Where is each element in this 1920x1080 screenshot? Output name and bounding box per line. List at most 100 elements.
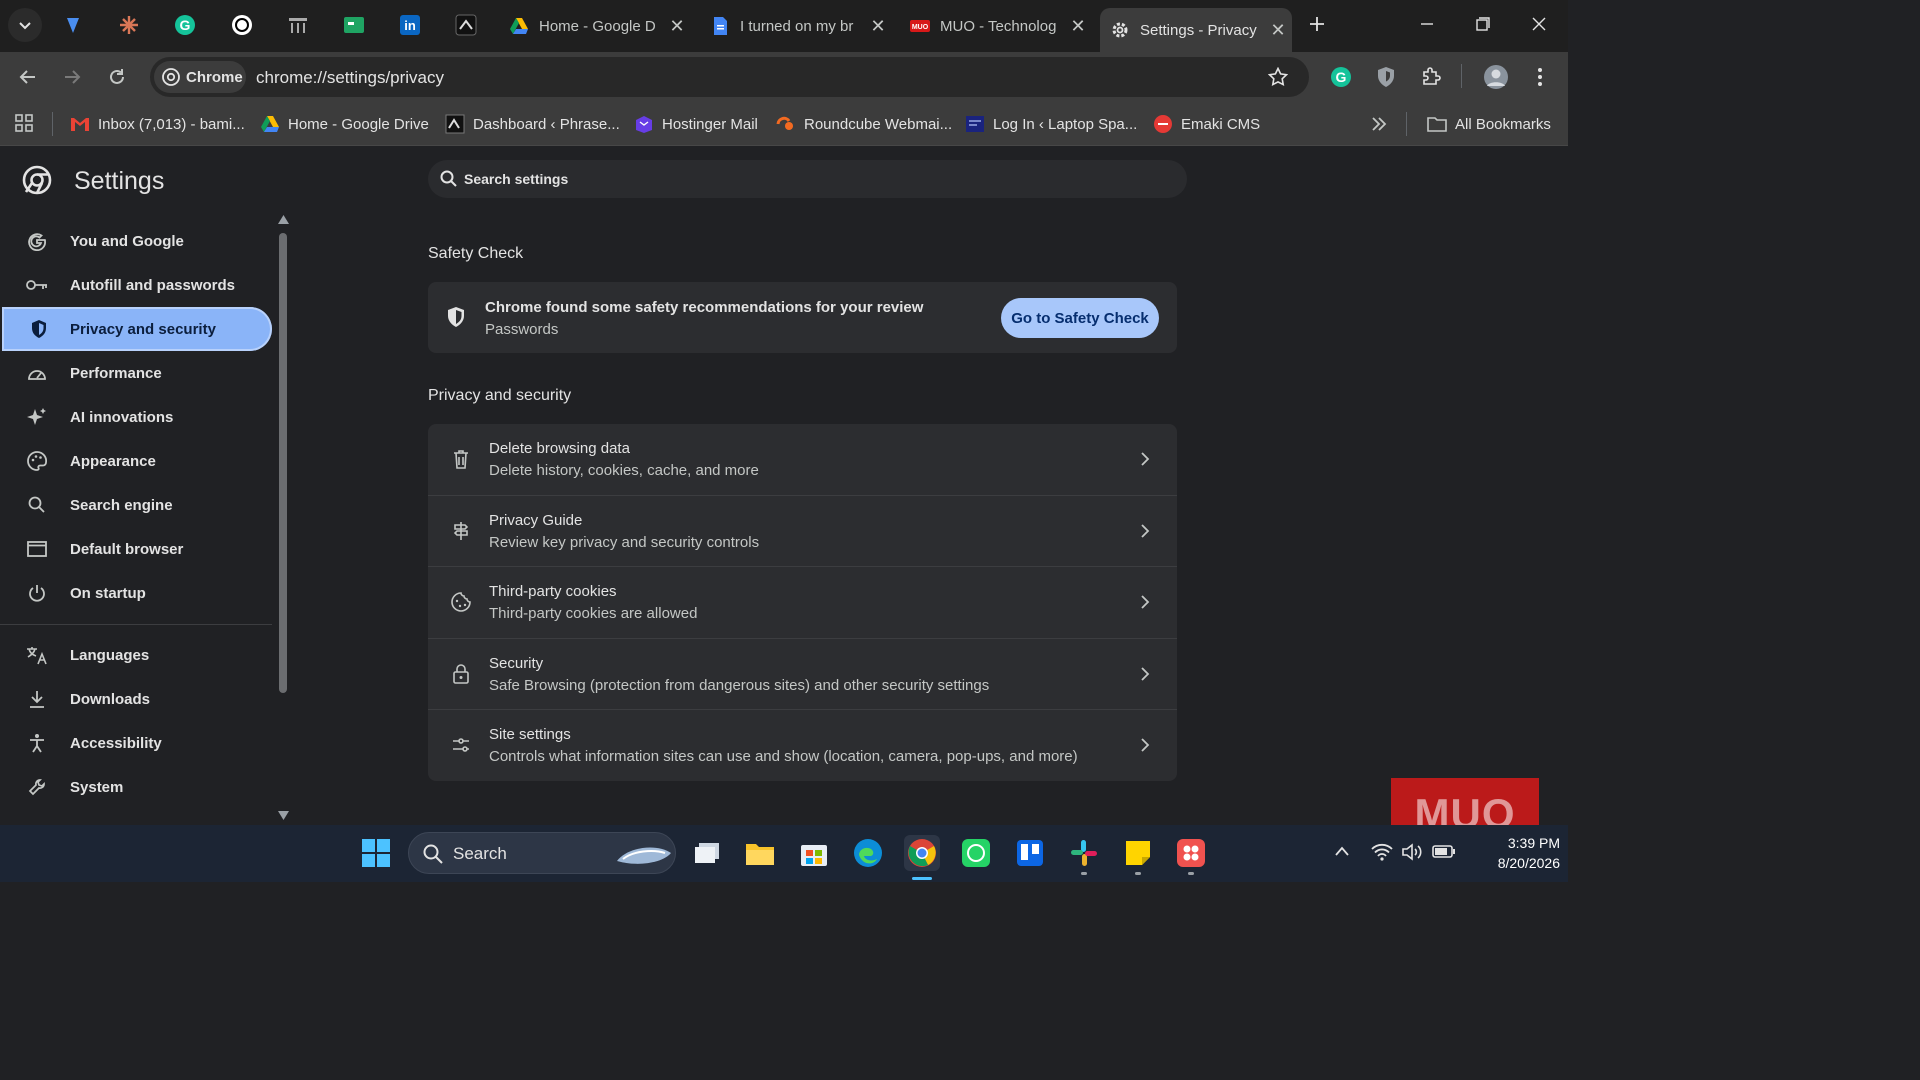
sheets-icon (344, 17, 364, 33)
sidebar-item-performance[interactable]: Performance (0, 351, 272, 395)
chevron-up-icon (1335, 846, 1349, 856)
shield-extension[interactable] (1375, 66, 1397, 88)
reload-button[interactable] (100, 60, 134, 94)
go-to-safety-check-button[interactable]: Go to Safety Check (1001, 298, 1159, 338)
pinned-tab-2[interactable] (114, 10, 144, 40)
scrollbar-thumb[interactable] (279, 233, 287, 693)
row-delete-browsing-data[interactable]: Delete browsing data Delete history, coo… (428, 424, 1177, 495)
profile-avatar[interactable] (1483, 64, 1509, 90)
close-icon[interactable]: ✕ (667, 16, 687, 36)
sidebar-item-label: Autofill and passwords (70, 276, 236, 294)
scroll-down-icon (278, 811, 289, 820)
battery-status[interactable] (1432, 843, 1456, 859)
grammarly-extension[interactable]: G (1330, 66, 1352, 88)
show-hidden-icons-button[interactable] (1334, 845, 1350, 857)
sidebar-item-ai-innovations[interactable]: AI innovations (0, 395, 272, 439)
muo-icon: MUO (910, 20, 930, 32)
sidebar-item-downloads[interactable]: Downloads (0, 677, 272, 721)
bookmark-emaki[interactable]: Emaki CMS (1153, 112, 1260, 136)
sidebar-item-label: Privacy and security (70, 320, 216, 338)
sidebar-item-accessibility[interactable]: Accessibility (0, 721, 272, 765)
battery-icon (1432, 845, 1455, 858)
pinned-tab-7[interactable]: in (395, 10, 425, 40)
tab-google-docs[interactable]: I turned on my br ✕ (700, 8, 895, 44)
tab-google-drive[interactable]: Home - Google D ✕ (499, 8, 695, 44)
sidebar-item-languages[interactable]: Languages (0, 633, 272, 677)
pinned-tab-4[interactable] (227, 10, 257, 40)
sidebar-item-privacy[interactable]: Privacy and security (2, 307, 272, 351)
omnibox[interactable]: Chrome chrome://settings/privacy (150, 57, 1309, 97)
taskbar-store[interactable] (796, 835, 832, 871)
pinned-tab-3[interactable]: G (170, 10, 200, 40)
close-icon[interactable]: ✕ (1268, 20, 1288, 40)
taskbar-slack[interactable] (1066, 835, 1102, 871)
sidebar-item-autofill[interactable]: Autofill and passwords (0, 263, 272, 307)
bookmark-hostinger[interactable]: Hostinger Mail (634, 112, 758, 136)
taskbar-trello[interactable] (1012, 835, 1048, 871)
page-title: Settings (74, 167, 165, 195)
shield-icon (1378, 67, 1394, 87)
sidebar-item-on-startup[interactable]: On startup (0, 571, 272, 615)
bookmark-laptop-spa[interactable]: Log In ‹ Laptop Spa... (965, 112, 1137, 136)
row-privacy-guide[interactable]: Privacy Guide Review key privacy and sec… (428, 495, 1177, 566)
sticky-notes-icon (1126, 841, 1150, 865)
google-drive-icon (261, 116, 279, 132)
row-security[interactable]: Security Safe Browsing (protection from … (428, 638, 1177, 709)
bookmark-dashboard[interactable]: Dashboard ‹ Phrase... (445, 112, 620, 136)
pinned-tab-1[interactable] (58, 10, 88, 40)
taskbar-task-view[interactable] (689, 835, 725, 871)
taskbar-chrome[interactable] (904, 835, 940, 871)
sidebar-item-appearance[interactable]: Appearance (0, 439, 272, 483)
browser-window-icon (26, 538, 48, 560)
bookmark-roundcube[interactable]: Roundcube Webmai... (776, 112, 952, 136)
row-subtitle: Delete history, cookies, cache, and more (489, 462, 759, 479)
pinned-tab-5[interactable] (283, 10, 313, 40)
search-icon (440, 170, 457, 187)
wifi-status[interactable] (1371, 843, 1393, 861)
close-icon[interactable]: ✕ (1068, 16, 1088, 36)
sidebar-scrollbar[interactable] (277, 213, 290, 825)
taskbar-edge[interactable] (850, 835, 886, 871)
row-site-settings[interactable]: Site settings Controls what information … (428, 709, 1177, 780)
taskbar-app-red[interactable] (1173, 835, 1209, 871)
pinned-tab-8[interactable] (451, 10, 481, 40)
taskbar-whatsapp[interactable] (958, 835, 994, 871)
sidebar-item-search-engine[interactable]: Search engine (0, 483, 272, 527)
start-button[interactable] (358, 835, 394, 871)
all-bookmarks-button[interactable]: All Bookmarks (1427, 112, 1551, 136)
bookmark-gmail[interactable]: Inbox (7,013) - bami... (70, 112, 245, 136)
tab-muo[interactable]: MUO MUO - Technolog ✕ (900, 8, 1095, 44)
system-clock[interactable]: 3:39 PM 8/20/2026 (1470, 833, 1560, 873)
back-button[interactable] (11, 60, 45, 94)
pinned-tab-6[interactable] (339, 10, 369, 40)
sidebar-item-label: On startup (70, 584, 146, 602)
bookmark-star-button[interactable] (1268, 67, 1288, 87)
extensions-button[interactable] (1420, 66, 1442, 88)
tab-search-button[interactable] (8, 8, 42, 42)
url-text[interactable]: chrome://settings/privacy (256, 68, 444, 88)
apps-button[interactable] (14, 113, 34, 133)
wifi-icon (1371, 843, 1393, 861)
minimize-button[interactable] (1404, 6, 1450, 42)
close-window-button[interactable] (1516, 6, 1562, 42)
key-icon (26, 274, 48, 296)
search-settings-input[interactable]: Search settings (428, 160, 1187, 198)
close-icon[interactable]: ✕ (868, 16, 888, 36)
tab-settings[interactable]: Settings - Privacy ✕ (1100, 8, 1292, 52)
google-drive-icon (510, 18, 528, 34)
forward-button[interactable] (55, 60, 89, 94)
site-info-chip[interactable]: Chrome (154, 61, 246, 93)
sidebar-item-you-and-google[interactable]: You and Google (0, 219, 272, 263)
chrome-menu-button[interactable] (1530, 66, 1550, 88)
new-tab-button[interactable] (1295, 6, 1339, 42)
taskbar-file-explorer[interactable] (742, 835, 778, 871)
sidebar-item-system[interactable]: System (0, 765, 272, 809)
taskbar-sticky-notes[interactable] (1120, 835, 1156, 871)
more-bookmarks-button[interactable] (1370, 115, 1388, 133)
taskbar-search[interactable]: Search (408, 832, 676, 874)
row-third-party-cookies[interactable]: Third-party cookies Third-party cookies … (428, 566, 1177, 637)
sidebar-item-default-browser[interactable]: Default browser (0, 527, 272, 571)
restore-button[interactable] (1460, 6, 1506, 42)
bookmark-google-drive[interactable]: Home - Google Drive (260, 112, 429, 136)
volume-status[interactable] (1401, 843, 1423, 861)
